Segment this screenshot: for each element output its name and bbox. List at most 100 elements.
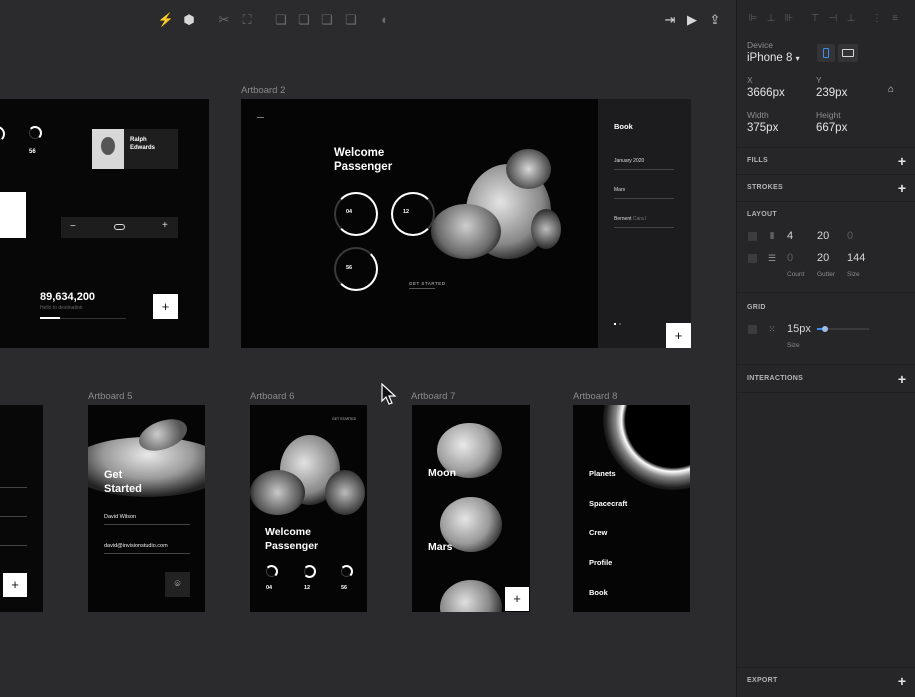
progress-ring [340, 565, 353, 578]
enter-icon[interactable]: ⇥ [660, 10, 680, 30]
big-number: 89,634,200 [40, 291, 96, 303]
lightning-icon[interactable]: ⚡ [156, 10, 176, 30]
add-export-button[interactable]: + [896, 674, 908, 688]
share-icon[interactable]: ⇪ [705, 10, 725, 30]
align-middle-v-icon[interactable]: ⊣ [827, 13, 839, 25]
astronaut-image [416, 144, 566, 284]
rows-gutter[interactable]: 20 [817, 252, 829, 264]
ring-value: 56 [346, 265, 353, 271]
y-label: Y [816, 75, 822, 85]
booking-date: January 2020 [614, 158, 645, 164]
quantity-stepper: − + [61, 217, 178, 238]
white-card [0, 192, 26, 238]
artboard-label[interactable]: Artboard 2 [241, 85, 285, 96]
portrait-icon [823, 48, 829, 58]
fills-header: FILLS [747, 157, 768, 164]
artboard-6[interactable]: GET STARTED Welcome Passenger 04 12 56 [250, 405, 367, 612]
subtract-icon[interactable]: ❏ [294, 10, 314, 30]
grid-size-field[interactable]: 15px [787, 323, 811, 335]
menu-item: Spacecraft [589, 498, 628, 508]
height-label: Height [816, 110, 841, 120]
booking-passenger: Bernent Cara I [614, 216, 647, 222]
component-icon[interactable]: ⬢ [179, 10, 199, 30]
align-top-icon[interactable]: ⊤ [809, 13, 821, 25]
width-field[interactable]: 375px [747, 122, 778, 134]
artboard-label[interactable]: Artboard 5 [88, 391, 132, 402]
artboard-7[interactable]: Moon Mars + [412, 405, 530, 612]
progress-ring [28, 126, 42, 140]
profile-first-name: Ralph [130, 137, 147, 143]
add-fill-button[interactable]: + [896, 154, 908, 168]
portrait-button[interactable] [817, 44, 835, 62]
y-field[interactable]: 239px [816, 87, 847, 99]
artboard-8[interactable]: Planets Spacecraft Crew Profile Book [573, 405, 690, 612]
align-right-icon[interactable]: ⊪ [783, 13, 795, 25]
play-icon[interactable]: ▶ [682, 10, 702, 30]
email-field: david@invisionstudio.com [104, 543, 168, 549]
fingerprint-icon: ⌾ [165, 572, 190, 597]
device-select[interactable]: iPhone 8 ▾ [747, 52, 800, 64]
artboard-5[interactable]: Get Started David Wilson david@invisions… [88, 405, 205, 612]
add-stroke-button[interactable]: + [896, 181, 908, 195]
strokes-header: STROKES [747, 184, 783, 191]
app-window: ⚡ ⬢ ✂ ⛶ ❏ ❏ ❏ ❏ ◐ ⇥ ▶ ⇪ 56 Ralph Edwards [0, 0, 915, 697]
rows-checkbox[interactable] [748, 254, 757, 263]
export-header: EXPORT [747, 677, 778, 684]
planet-image [440, 580, 502, 612]
columns-count[interactable]: 4 [787, 230, 793, 242]
artboard-label[interactable]: Artboard 6 [250, 391, 294, 402]
grid-size-caption: Size [787, 342, 800, 349]
slider-thumb [822, 326, 828, 332]
grid-size-slider[interactable] [817, 326, 869, 332]
columns-checkbox[interactable] [748, 232, 757, 241]
gutter-caption: Gutter [817, 271, 836, 278]
menu-icon [257, 117, 264, 118]
progress-ring [0, 126, 5, 142]
mars-label: Mars [428, 541, 453, 553]
rows-size[interactable]: 144 [847, 252, 865, 264]
align-left-icon[interactable]: ⊫ [747, 13, 759, 25]
intersect-icon[interactable]: ❏ [317, 10, 337, 30]
booking-title: Book [614, 122, 633, 131]
inspector-panel: ⊫ ⊥ ⊪ ⊤ ⊣ ⊥ ⋮ ≡ Device iPhone 8 ▾ X 3666… [736, 0, 915, 697]
divider [409, 288, 435, 289]
mouse-cursor-icon [381, 382, 397, 407]
add-interaction-button[interactable]: + [896, 372, 908, 386]
get-started-title: Get Started [104, 469, 142, 495]
artboard-4[interactable]: + [0, 405, 43, 612]
x-field[interactable]: 3666px [747, 87, 785, 99]
height-field[interactable]: 667px [816, 122, 847, 134]
add-button: + [3, 573, 27, 597]
ring-value: 12 [403, 209, 410, 215]
menu-item: Profile [589, 558, 613, 568]
progress-ring [334, 192, 378, 236]
home-icon[interactable]: ⌂ [888, 84, 894, 95]
artboard-1[interactable]: 56 Ralph Edwards − + 89,634,200 Hello to… [0, 99, 209, 348]
astronaut-image [250, 430, 367, 530]
artboard-2[interactable]: Welcome Passenger 04 12 56 GET STARTED B… [241, 99, 691, 348]
progress-fill [40, 317, 60, 319]
name-field: David Wilson [104, 514, 137, 520]
align-bottom-icon[interactable]: ⊥ [845, 13, 857, 25]
profile-last-name: Edwards [130, 145, 156, 151]
rows-count[interactable]: 0 [787, 252, 793, 264]
design-canvas[interactable]: ⚡ ⬢ ✂ ⛶ ❏ ❏ ❏ ❏ ◐ ⇥ ▶ ⇪ 56 Ralph Edwards [0, 0, 736, 697]
columns-size[interactable]: 0 [847, 230, 853, 242]
get-started-link: GET STARTED [332, 417, 357, 421]
distribute-v-icon[interactable]: ≡ [889, 13, 901, 25]
difference-icon[interactable]: ❏ [341, 10, 361, 30]
align-center-h-icon[interactable]: ⊥ [765, 13, 777, 25]
welcome-title: Welcome Passenger [265, 526, 319, 552]
artboard-label[interactable]: Artboard 8 [573, 391, 617, 402]
artboard-label[interactable]: Artboard 7 [411, 391, 455, 402]
union-icon[interactable]: ❏ [271, 10, 291, 30]
distribute-h-icon[interactable]: ⋮ [871, 13, 883, 25]
mask-icon[interactable]: ◐ [375, 10, 395, 30]
grid-checkbox[interactable] [748, 325, 757, 334]
size-caption: Size [847, 271, 860, 278]
scissors-icon[interactable]: ✂ [214, 10, 234, 30]
columns-icon: ⫴ [770, 231, 774, 241]
columns-gutter[interactable]: 20 [817, 230, 829, 242]
crop-icon[interactable]: ⛶ [237, 10, 257, 30]
landscape-button[interactable] [838, 44, 858, 62]
